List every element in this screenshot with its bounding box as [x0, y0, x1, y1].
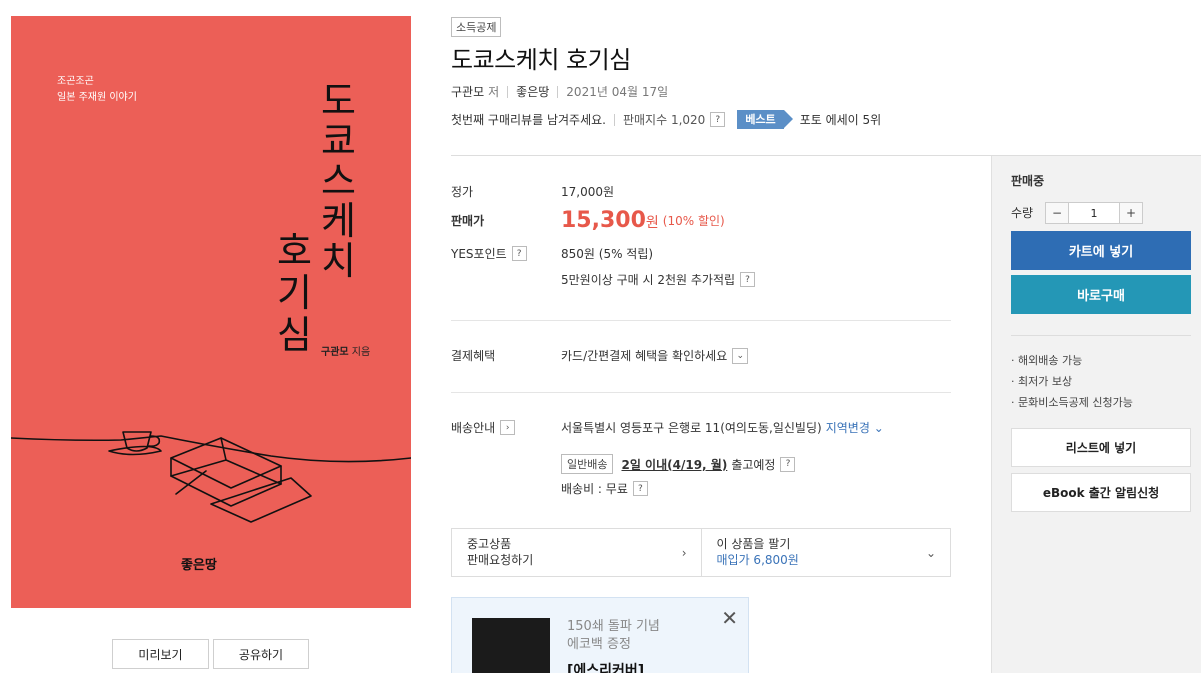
minus-button[interactable]: −: [1046, 203, 1068, 223]
list-price-row: 정가 17,000원: [451, 183, 614, 200]
list-item: · 문화비소득공제 신청가능: [1011, 396, 1133, 409]
promo-thumbnail: [472, 618, 550, 673]
cover-char: 심: [277, 313, 312, 357]
promo-banner[interactable]: 150쇄 돌파 기념 에코백 증정 [에스리커버] ✕: [451, 597, 749, 673]
cover-illustration: [11, 431, 411, 523]
sales-index: 판매지수 1,020: [622, 113, 706, 127]
publisher-logo: 좋은땅: [181, 558, 217, 573]
help-icon[interactable]: ?: [710, 112, 726, 127]
list-item: · 최저가 보상: [1011, 375, 1073, 388]
product-title: 도쿄스케치 호기심: [451, 46, 631, 74]
buy-now-button[interactable]: 바로구매: [1011, 275, 1191, 314]
change-region-link[interactable]: 지역변경 ⌄: [826, 419, 884, 436]
shipping-type-tag: 일반배송: [561, 454, 614, 474]
cover-author: 구관모 지음: [321, 347, 371, 358]
chevron-right-icon: ›: [681, 546, 687, 560]
cover-title-calligraphy: 도 쿄 스 케 치 호 기 심: [277, 79, 356, 357]
points-value: 850원 (5% 적립): [561, 247, 654, 261]
chevron-right-icon[interactable]: ›: [500, 420, 516, 435]
publisher-link[interactable]: 좋은땅: [516, 83, 549, 100]
points-label: YES포인트?: [451, 245, 561, 262]
used-sell-request[interactable]: 중고상품 판매요청하기 ›: [452, 529, 701, 576]
divider: [1011, 335, 1191, 336]
shipping-fee-row: 배송비 : 무료 ?: [561, 480, 648, 497]
product-stats: 첫번째 구매리뷰를 남겨주세요. 판매지수 1,020 ? 베스트 포토 에세이…: [451, 110, 881, 129]
chevron-down-icon: ⌄: [925, 546, 936, 560]
sale-price-label: 판매가: [451, 214, 485, 228]
close-icon[interactable]: ✕: [721, 606, 738, 630]
divider: [451, 320, 951, 321]
quantity-label: 수량: [1011, 206, 1034, 220]
preview-button[interactable]: 미리보기: [112, 639, 209, 669]
payment-value: 카드/간편결제 혜택을 확인하세요: [561, 349, 728, 363]
points-row: YES포인트? 850원 (5% 적립): [451, 245, 653, 262]
cover-char: 도: [321, 79, 356, 123]
cover-char: 스: [321, 159, 356, 203]
payment-row: 결제혜택 카드/간편결제 혜택을 확인하세요 ⌄: [451, 347, 749, 364]
sell-this-product[interactable]: 이 상품을 팔기 매입가 6,800원 ⌄: [700, 529, 951, 576]
shipping-label: 배송안내 ›: [451, 419, 561, 436]
cover-char: 치: [321, 239, 356, 283]
review-prompt-link[interactable]: 첫번째 구매리뷰를 남겨주세요.: [451, 111, 606, 128]
quantity-input[interactable]: 1: [1068, 203, 1120, 223]
shipping-eta-row: 일반배송 2일 이내(4/19, 월) 출고예정 ?: [561, 454, 796, 474]
cover-char: 쿄: [321, 119, 356, 163]
chevron-down-icon[interactable]: ⌄: [732, 347, 749, 364]
sale-price: 15,300원: [561, 208, 659, 233]
book-cover[interactable]: 조곤조곤 일본 주재원 이야기 도 쿄 스 케 치 호 기 심 구관모 지음 좋…: [11, 16, 411, 608]
divider: [557, 85, 559, 98]
chevron-down-icon: ⌄: [873, 421, 884, 435]
quantity-stepper: − 1 +: [1045, 202, 1143, 224]
sale-price-row: 판매가 15,300원 (10% 할인): [451, 208, 725, 233]
publish-date: 2021년 04월 17일: [566, 85, 669, 99]
product-page: 조곤조곤 일본 주재원 이야기 도 쿄 스 케 치 호 기 심 구관모 지음 좋…: [0, 0, 1201, 673]
list-item: · 해외배송 가능: [1011, 354, 1083, 367]
divider: [613, 113, 615, 126]
cover-char: 호: [277, 229, 312, 273]
cover-char: 케: [321, 199, 356, 243]
author-link[interactable]: 구관모: [451, 83, 484, 100]
help-icon[interactable]: ?: [780, 456, 796, 472]
help-icon[interactable]: ?: [740, 272, 756, 287]
help-icon[interactable]: ?: [632, 481, 648, 496]
payment-label: 결제혜택: [451, 349, 496, 363]
points-extra-row: 5만원이상 구매 시 2천원 추가적립 ?: [561, 271, 756, 288]
promo-title: [에스리커버]: [567, 663, 645, 673]
share-button[interactable]: 공유하기: [213, 639, 309, 669]
divider: [451, 392, 951, 393]
shipping-fee: 배송비 : 무료: [561, 482, 628, 496]
plus-button[interactable]: +: [1120, 203, 1142, 223]
cover-subtitle: 조곤조곤 일본 주재원 이야기: [57, 76, 137, 103]
ebook-alert-button[interactable]: eBook 출간 알림신청: [1011, 473, 1191, 512]
author-role: 저: [488, 85, 500, 99]
purchase-panel: 판매중 수량 − 1 + 카트에 넣기 바로구매 · 해외배송 가능 · 최저가…: [991, 156, 1201, 673]
divider: [507, 85, 509, 98]
cover-char: 기: [277, 271, 312, 315]
list-price-value: 17,000원: [561, 185, 615, 199]
promo-text: 150쇄 돌파 기념 에코백 증정: [567, 619, 660, 652]
product-meta: 구관모 저 좋은땅 2021년 04월 17일: [451, 83, 668, 100]
add-to-list-button[interactable]: 리스트에 넣기: [1011, 428, 1191, 467]
list-price-label: 정가: [451, 185, 474, 199]
shipping-row: 배송안내 › 서울특별시 영등포구 은행로 11(여의도동,일신빌딩) 지역변경 …: [451, 419, 884, 436]
points-extra: 5만원이상 구매 시 2천원 추가적립: [561, 273, 736, 287]
best-tag: 베스트: [737, 110, 794, 129]
best-rank-link[interactable]: 포토 에세이 5위: [800, 111, 882, 128]
benefit-list: · 해외배송 가능 · 최저가 보상 · 문화비소득공제 신청가능: [1011, 350, 1133, 413]
help-icon[interactable]: ?: [511, 246, 527, 261]
discount-rate: (10% 할인): [662, 214, 725, 228]
sale-status: 판매중: [1011, 174, 1045, 188]
shipping-eta: 2일 이내(4/19, 월): [621, 457, 728, 472]
used-products-box: 중고상품 판매요청하기 › 이 상품을 팔기 매입가 6,800원 ⌄: [451, 528, 951, 577]
shipping-eta-suffix: 출고예정: [731, 457, 776, 472]
income-deduction-badge: 소득공제: [451, 17, 502, 37]
add-to-cart-button[interactable]: 카트에 넣기: [1011, 231, 1191, 270]
shipping-address: 서울특별시 영등포구 은행로 11(여의도동,일신빌딩): [561, 421, 822, 435]
